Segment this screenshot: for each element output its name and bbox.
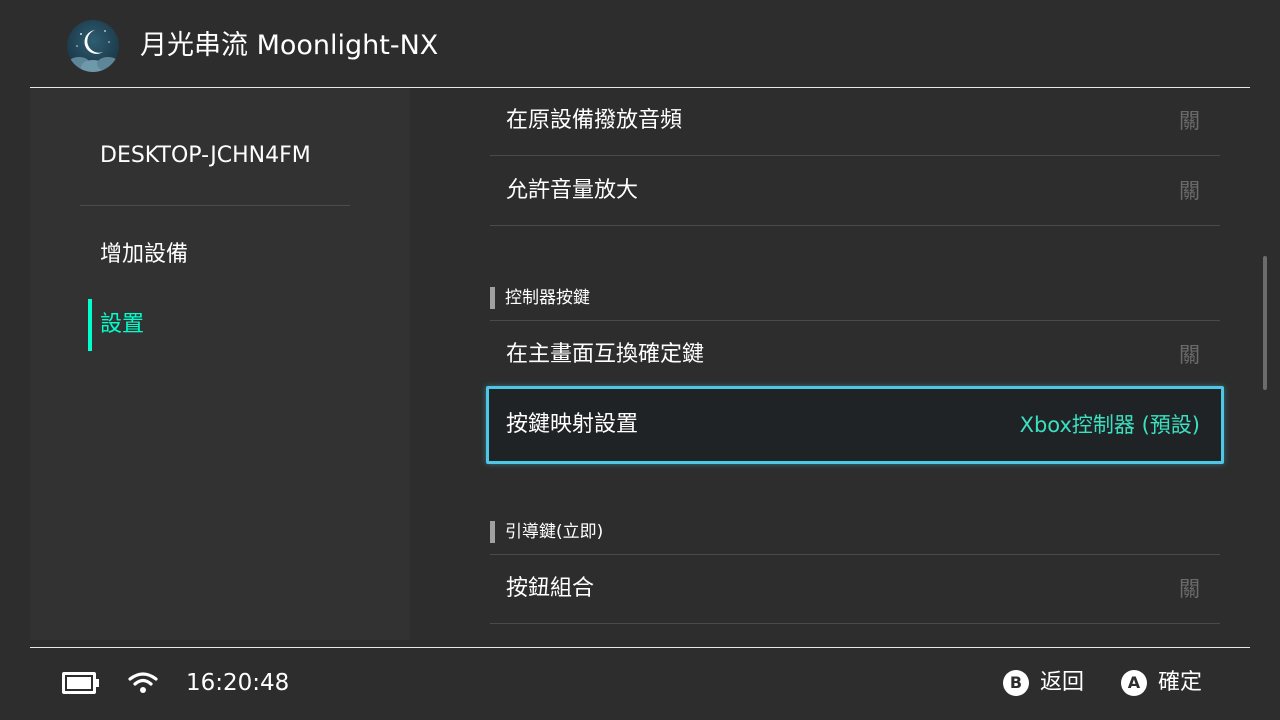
row-divider	[490, 623, 1220, 624]
section-title: 引導鍵(立即)	[505, 522, 604, 542]
settings-list: 在原設備撥放音頻 關 允許音量放大 關 控制器按鍵 在主畫面互換確定鍵 關 按鍵…	[410, 88, 1270, 640]
scrollbar[interactable]	[1263, 256, 1267, 390]
setting-value: 關	[1179, 577, 1200, 601]
sidebar-item-add-device[interactable]: 增加設備	[88, 229, 388, 281]
header: 月光串流 Moonlight-NX	[0, 0, 1280, 88]
setting-row-volume-amplification[interactable]: 允許音量放大 關	[490, 156, 1220, 226]
moonlight-logo-icon	[67, 20, 119, 72]
setting-label: 按鍵映射設置	[506, 412, 639, 437]
sidebar-item-label: 增加設備	[100, 242, 189, 267]
wifi-icon	[127, 670, 159, 700]
clock: 16:20:48	[186, 670, 290, 696]
setting-label: 允許音量放大	[506, 178, 639, 203]
section-marker	[490, 287, 495, 309]
active-indicator	[88, 299, 92, 351]
setting-value: Xbox控制器 (預設)	[1019, 413, 1200, 437]
setting-label: 按鈕組合	[506, 576, 595, 601]
setting-label: 在主畫面互換確定鍵	[506, 342, 705, 367]
back-label: 返回	[1040, 670, 1085, 695]
sidebar-item-settings[interactable]: 設置	[88, 299, 388, 351]
host-name[interactable]: DESKTOP-JCHN4FM	[100, 141, 311, 171]
setting-value: 關	[1179, 179, 1200, 203]
b-button-icon: B	[1003, 670, 1029, 696]
row-divider	[490, 225, 1220, 226]
sidebar-item-label: 設置	[100, 312, 145, 337]
a-button-icon: A	[1121, 670, 1147, 696]
section-marker	[490, 521, 495, 543]
setting-row-button-mapping[interactable]: 按鍵映射設置 Xbox控制器 (預設)	[486, 386, 1224, 464]
confirm-label: 確定	[1158, 670, 1203, 695]
section-title: 控制器按鍵	[505, 288, 590, 308]
sidebar-separator	[80, 205, 350, 206]
sidebar: DESKTOP-JCHN4FM 增加設備 設置	[30, 88, 410, 640]
section-header-guide-key: 引導鍵(立即)	[490, 521, 1220, 555]
battery-icon	[62, 672, 99, 694]
section-header-controller-buttons: 控制器按鍵	[490, 287, 1220, 321]
setting-label: 在原設備撥放音頻	[506, 108, 683, 133]
setting-value: 關	[1179, 343, 1200, 367]
app-title: 月光串流 Moonlight-NX	[140, 30, 439, 61]
setting-value: 關	[1179, 109, 1200, 133]
setting-row-button-combination[interactable]: 按鈕組合 關	[490, 554, 1220, 624]
footer: 16:20:48 B 返回 A 確定	[0, 648, 1280, 720]
setting-row-play-audio-on-host[interactable]: 在原設備撥放音頻 關	[490, 88, 1220, 156]
setting-row-swap-confirm-button[interactable]: 在主畫面互換確定鍵 關	[490, 320, 1220, 390]
